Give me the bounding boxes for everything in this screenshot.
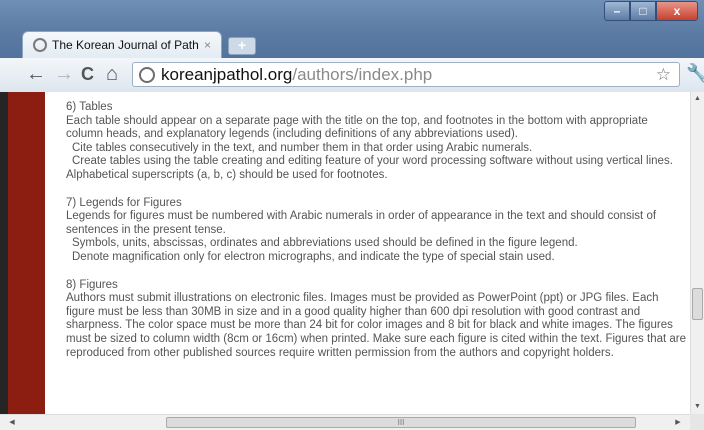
new-tab-button[interactable]: +	[228, 37, 256, 55]
tab-title: The Korean Journal of Path	[52, 38, 199, 52]
left-red-sidebar	[8, 92, 45, 414]
maximize-button[interactable]: □	[630, 1, 656, 21]
globe-icon	[33, 38, 47, 52]
home-icon[interactable]: ⌂	[106, 64, 118, 84]
minimize-button[interactable]: –	[604, 1, 630, 21]
vertical-scrollbar[interactable]: ▲ ▼	[690, 92, 704, 414]
scroll-left-arrow-icon[interactable]: ◀	[4, 415, 20, 430]
section-legends: 7) Legends for Figures Legends for figur…	[66, 197, 686, 265]
back-arrow-icon[interactable]: ←	[26, 64, 46, 84]
section-figures: 8) Figures Authors must submit illustrat…	[66, 279, 686, 361]
section-heading: 6) Tables	[66, 101, 113, 113]
section-heading: 8) Figures	[66, 278, 118, 291]
scroll-right-arrow-icon[interactable]: ▶	[670, 415, 686, 430]
address-bar[interactable]: koreanjpathol.org /authors/index.php ☆	[132, 62, 680, 87]
browser-tab[interactable]: The Korean Journal of Path ×	[22, 31, 222, 58]
window-controls: – □ x	[604, 1, 698, 21]
paragraph: Cite tables consecutively in the text, a…	[72, 141, 533, 154]
browser-toolbar: ← → C ⌂ koreanjpathol.org /authors/index…	[0, 58, 704, 93]
reload-icon[interactable]: C	[81, 64, 94, 84]
tab-close-icon[interactable]: ×	[204, 38, 211, 52]
close-window-button[interactable]: x	[656, 1, 698, 21]
scroll-down-arrow-icon[interactable]: ▼	[691, 400, 704, 414]
author-guidelines-text: 6) Tables Each table should appear on a …	[66, 101, 686, 374]
left-dark-stripe	[0, 92, 8, 414]
scroll-up-arrow-icon[interactable]: ▲	[691, 92, 704, 106]
window-titlebar: The Korean Journal of Path × + – □ x	[0, 0, 704, 58]
paragraph: Create tables using the table creating a…	[66, 155, 673, 181]
forward-arrow-icon[interactable]: →	[54, 64, 74, 84]
paragraph: Legends for figures must be numbered wit…	[66, 210, 657, 236]
page-content: 6) Tables Each table should appear on a …	[0, 92, 704, 414]
horizontal-scrollbar[interactable]: ◀ III ▶	[0, 414, 690, 430]
paragraph: Authors must submit illustrations on ele…	[66, 292, 687, 359]
bookmark-star-icon[interactable]: ☆	[656, 65, 671, 85]
horizontal-scroll-thumb[interactable]: III	[166, 417, 636, 428]
vertical-scroll-thumb[interactable]	[692, 288, 703, 320]
section-heading: 7) Legends for Figures	[66, 196, 182, 209]
page-globe-icon	[139, 66, 155, 83]
paragraph: Each table should appear on a separate p…	[66, 114, 648, 141]
section-tables: 6) Tables Each table should appear on a …	[66, 101, 686, 183]
wrench-icon[interactable]: 🔧	[686, 63, 704, 84]
scrollbar-corner	[690, 414, 704, 430]
paragraph: Denote magnification only for electron m…	[72, 250, 555, 263]
url-path: /authors/index.php	[292, 64, 433, 84]
paragraph: Symbols, units, abscissas, ordinates and…	[72, 237, 578, 250]
url-domain: koreanjpathol.org	[161, 64, 293, 84]
